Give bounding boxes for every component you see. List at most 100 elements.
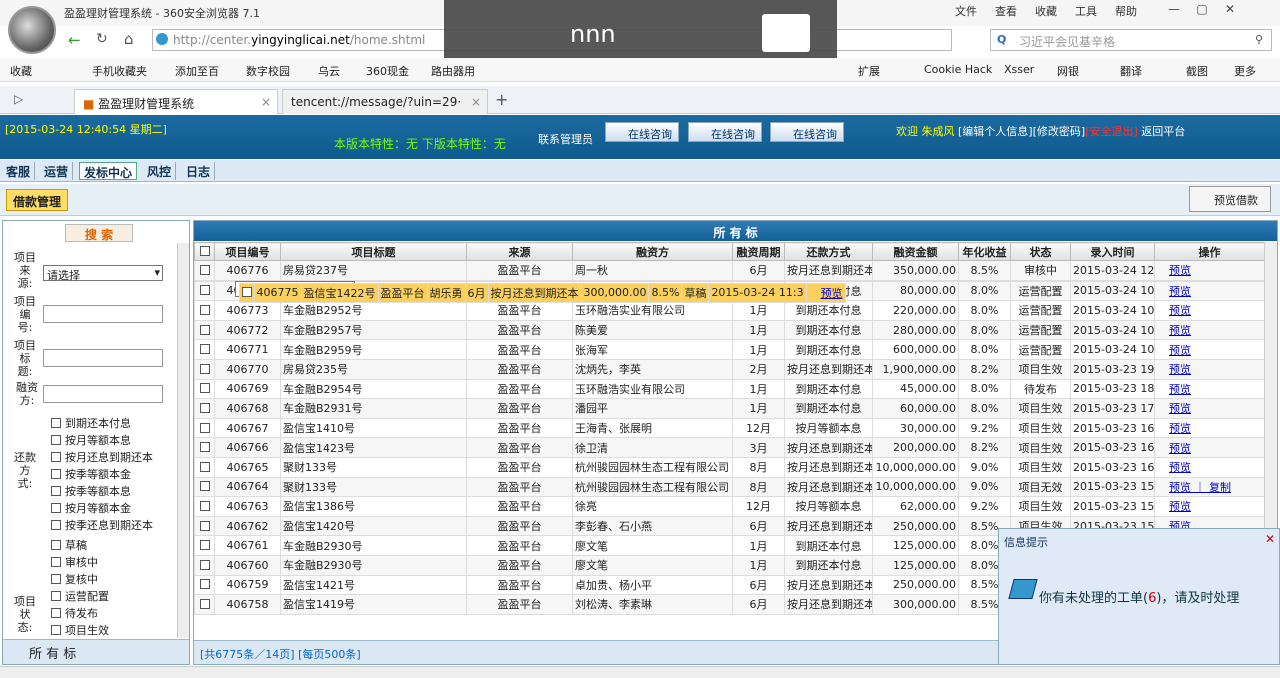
ext-translate[interactable]: 翻译 [1120, 63, 1142, 79]
tab-tencent[interactable]: tencent://message/?uin=29· × [282, 89, 488, 114]
preview-link[interactable]: 预览 [1154, 417, 1265, 439]
menu-file[interactable]: 文件 [955, 5, 977, 18]
tab-service[interactable]: 客服 [2, 162, 36, 180]
row-checkbox[interactable] [194, 417, 215, 439]
close-icon[interactable]: ✕ [1216, 2, 1244, 16]
refresh-icon[interactable]: ↻ [96, 31, 108, 47]
preview-link[interactable]: 预览 [1154, 339, 1265, 360]
table-row[interactable]: 406763 盈信宝1386号 盈盈平台 徐亮 12月 按月等额本息 62,000.00 9.… [194, 496, 1265, 517]
fav-wooyun[interactable]: 乌云 [318, 63, 340, 79]
menu-view[interactable]: 查看 [995, 5, 1017, 18]
popup-message[interactable]: 你有未处理的工单(6)，请及时处理 [1039, 587, 1239, 606]
ext-more[interactable]: 更多 [1234, 63, 1256, 79]
table-row[interactable]: 406764 聚财133号 盈盈平台 杭州骏园园林生态工程有限公司 8月 按月还息到期还本… [194, 476, 1265, 498]
row-checkbox[interactable] [194, 339, 215, 360]
consult-button[interactable]: 在线咨询 [770, 122, 844, 142]
all-bids-nav[interactable]: 所 有 标 [3, 639, 189, 664]
row-checkbox[interactable] [194, 594, 215, 615]
tab-operations[interactable]: 运营 [40, 162, 74, 180]
checkbox[interactable] [51, 520, 61, 530]
row-checkbox[interactable] [194, 319, 215, 341]
contact-admin[interactable]: 联系管理员 [538, 131, 593, 147]
table-row[interactable]: 406769 车金融B2954号 盈盈平台 玉环融浩实业有限公司 1月 到期还本付息 45,… [194, 378, 1265, 400]
table-row[interactable]: 406768 车金融B2931号 盈盈平台 潘园平 1月 到期还本付息 60,000.00 8… [194, 398, 1265, 419]
preview-link[interactable]: 预览 [1154, 300, 1265, 321]
source-select[interactable]: 请选择 ▾ [43, 265, 163, 282]
home-icon[interactable]: ⌂ [124, 30, 134, 48]
row-checkbox[interactable] [194, 378, 215, 400]
repay-option[interactable]: 按月等额本息 [51, 432, 131, 448]
edit-profile-link[interactable]: [编辑个人信息] [958, 125, 1033, 138]
status-option[interactable]: 草稿 [51, 537, 87, 553]
sidebar-toggle-icon[interactable]: ▷ [14, 92, 23, 106]
preview-link[interactable]: 预览 [1154, 319, 1265, 341]
checkbox[interactable] [51, 591, 61, 601]
row-checkbox[interactable] [194, 515, 215, 537]
search-scrollbar[interactable] [177, 243, 189, 638]
row-checkbox[interactable] [194, 358, 215, 380]
table-row[interactable]: 406775 盈信宝1422号 盈盈平台 胡乐勇 6月 按月还息到期还本 300,000.0… [234, 280, 846, 304]
status-option[interactable]: 运营配置 [51, 588, 109, 604]
menu-help[interactable]: 帮助 [1115, 5, 1137, 18]
preview-link[interactable]: 预览 ｜ 复制 [1154, 476, 1265, 498]
ext-screenshot[interactable]: 截图 [1186, 63, 1208, 79]
status-option[interactable]: 审核中 [51, 554, 98, 570]
table-row[interactable]: 406776 房易贷237号 盈盈平台 周一秋 6月 按月还息到期还本 350,000.00… [194, 260, 1265, 281]
preview-link[interactable]: 预览 [1154, 437, 1265, 458]
row-checkbox[interactable] [194, 280, 215, 302]
fav-360cash[interactable]: 360现金 [366, 63, 409, 79]
row-checkbox[interactable] [194, 496, 215, 517]
table-row[interactable]: 406772 车金融B2957号 盈盈平台 陈美爱 1月 到期还本付息 280,000.00… [194, 319, 1265, 341]
tab-admin[interactable]: ■ 盈盈理财管理系统 × [74, 89, 278, 114]
checkbox[interactable] [51, 608, 61, 618]
logout-link[interactable]: [安全退出] [1085, 125, 1138, 138]
ext-bank[interactable]: 网银 [1057, 63, 1079, 79]
table-row[interactable]: 406773 车金融B2952号 盈盈平台 玉环融浩实业有限公司 1月 到期还本付息 220… [194, 300, 1265, 321]
financier-input[interactable] [43, 385, 163, 403]
row-checkbox[interactable] [194, 437, 215, 458]
checkbox[interactable] [51, 540, 61, 550]
status-option[interactable]: 待发布 [51, 605, 98, 621]
keyboard-icon[interactable] [762, 14, 810, 52]
new-tab-icon[interactable]: + [495, 90, 508, 109]
preview-link[interactable]: 预览 [1154, 280, 1265, 302]
checkbox[interactable] [51, 418, 61, 428]
repay-option[interactable]: 按季等额本金 [51, 466, 131, 482]
preview-link[interactable]: 预览 [1154, 398, 1265, 419]
fav-add[interactable]: 添加至百 [175, 63, 219, 79]
row-checkbox[interactable] [194, 300, 215, 321]
search-icon[interactable]: ⚲ [1255, 33, 1263, 46]
table-row[interactable]: 406767 盈信宝1410号 盈盈平台 王海青、张展明 12月 按月等额本息 30,000… [194, 417, 1265, 439]
row-checkbox[interactable] [238, 282, 255, 304]
checkbox[interactable] [51, 503, 61, 513]
checkbox[interactable] [51, 557, 61, 567]
preview-loan-button[interactable]: 预览借款 [1189, 186, 1271, 212]
preview-link[interactable]: 预览 [1154, 496, 1265, 517]
repay-option[interactable]: 按季等额本息 [51, 483, 131, 499]
row-checkbox[interactable] [194, 398, 215, 419]
status-option[interactable]: 项目生效 [51, 622, 109, 638]
ext-extend[interactable]: 扩展 [858, 63, 880, 79]
select-all-checkbox[interactable] [194, 242, 215, 261]
preview-link[interactable]: 预览 [805, 282, 846, 304]
preview-link[interactable]: 预览 [1154, 260, 1265, 281]
ext-xsser[interactable]: Xsser [1004, 63, 1034, 76]
repay-option[interactable]: 按月还息到期还本 [51, 449, 153, 465]
search-input[interactable]: Q 习近平会见基辛格 ⚲ [990, 29, 1272, 51]
menu-tools[interactable]: 工具 [1075, 5, 1097, 18]
row-checkbox[interactable] [194, 574, 215, 596]
minimize-icon[interactable]: — [1160, 2, 1188, 16]
tab-publish-center[interactable]: 发标中心 [79, 162, 138, 180]
preview-link[interactable]: 预览 [1154, 456, 1265, 478]
table-row[interactable]: 406765 聚财133号 盈盈平台 杭州骏园园林生态工程有限公司 8月 按月还息到期还本… [194, 456, 1265, 478]
fav-campus[interactable]: 数字校园 [246, 63, 290, 79]
fav-mobile[interactable]: 手机收藏夹 [92, 63, 147, 79]
preview-link[interactable]: 预览 [1154, 358, 1265, 380]
loan-management-button[interactable]: 借款管理 [6, 189, 69, 211]
checkbox[interactable] [51, 625, 61, 635]
tab-close-icon[interactable]: × [471, 95, 481, 109]
checkbox[interactable] [51, 452, 61, 462]
project-code-input[interactable] [43, 305, 163, 323]
ext-cookie-hack[interactable]: Cookie Hack [924, 63, 992, 76]
back-icon[interactable]: ← [68, 31, 81, 49]
